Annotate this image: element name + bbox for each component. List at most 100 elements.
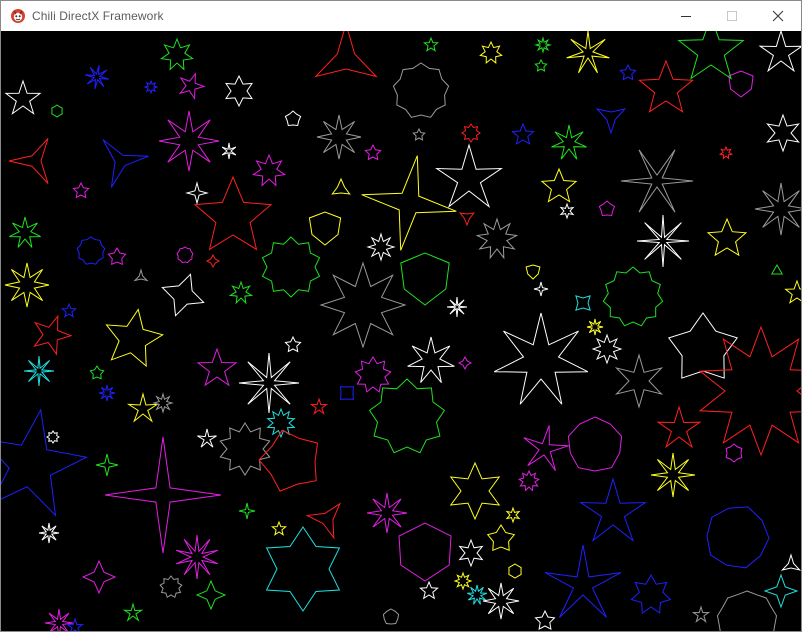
star-shape [784, 279, 801, 304]
star-shape [540, 167, 578, 203]
star-shape [780, 553, 801, 571]
star-shape [656, 405, 702, 449]
star-field [1, 31, 801, 631]
star-shape [598, 200, 616, 217]
star-shape [578, 477, 648, 542]
star-shape [650, 452, 696, 498]
star-shape [698, 325, 801, 457]
star-shape [46, 430, 60, 444]
star-shape [479, 40, 503, 64]
star-shape [316, 114, 362, 160]
render-canvas[interactable] [1, 31, 801, 631]
star-shape [630, 573, 672, 614]
star-shape [107, 247, 127, 266]
star-shape [314, 31, 378, 78]
star-shape [551, 124, 587, 160]
star-shape [458, 212, 476, 227]
star-shape [728, 70, 754, 98]
star-shape [511, 122, 535, 145]
minimize-button[interactable] [663, 1, 709, 31]
star-shape [366, 232, 396, 262]
window-controls [663, 1, 801, 31]
star-shape [400, 252, 450, 306]
star-shape [354, 356, 392, 393]
star-shape [533, 281, 549, 297]
star-shape [716, 590, 778, 631]
star-shape [754, 182, 801, 236]
star-shape [175, 534, 219, 580]
star-shape [457, 355, 473, 371]
star-shape [422, 36, 440, 52]
star-shape [81, 559, 117, 595]
maximize-icon [727, 11, 737, 21]
star-shape [523, 425, 569, 471]
star-shape [98, 384, 116, 402]
star-shape [766, 113, 800, 153]
star-shape [412, 127, 426, 141]
star-shape [382, 608, 400, 625]
star-shape [458, 538, 484, 568]
star-shape [9, 216, 41, 248]
star-shape [270, 520, 288, 536]
star-shape [453, 571, 473, 591]
star-shape [525, 264, 541, 280]
star-shape [319, 261, 407, 349]
star-shape [366, 492, 408, 534]
star-shape [763, 573, 799, 609]
star-shape [105, 308, 164, 368]
star-shape [636, 214, 690, 268]
star-shape [407, 336, 455, 383]
star-shape [161, 273, 205, 317]
star-shape [122, 602, 144, 622]
star-shape [195, 579, 227, 611]
star-shape [160, 37, 194, 71]
star-shape [595, 108, 627, 135]
star-shape [566, 31, 610, 74]
star-shape [434, 143, 504, 208]
star-shape [158, 110, 220, 172]
star-shape [126, 392, 160, 423]
star-shape [44, 608, 74, 631]
star-shape [76, 236, 106, 265]
star-shape [505, 506, 521, 524]
title-bar[interactable]: Chili DirectX Framework [1, 1, 801, 31]
star-shape [252, 153, 286, 187]
star-shape [461, 123, 481, 143]
star-shape [575, 295, 591, 311]
star-shape [197, 428, 217, 448]
window-title: Chili DirectX Framework [32, 9, 164, 23]
star-shape [691, 605, 711, 623]
star-shape [706, 217, 748, 257]
star-shape [72, 181, 90, 199]
star-shape [620, 149, 694, 213]
star-shape [143, 79, 159, 95]
star-shape [398, 522, 452, 582]
star-shape [619, 63, 637, 81]
star-shape [219, 422, 271, 476]
star-shape [591, 333, 623, 365]
star-shape [133, 268, 149, 282]
star-shape [258, 429, 319, 492]
close-button[interactable] [755, 1, 801, 31]
chili-app-icon [10, 8, 26, 24]
star-shape [677, 31, 745, 80]
star-shape [638, 59, 694, 113]
star-shape [238, 502, 256, 520]
star-shape [38, 522, 60, 544]
star-shape [51, 104, 63, 118]
star-shape [309, 397, 329, 415]
star-shape [725, 443, 743, 463]
close-icon [772, 10, 784, 22]
maximize-button[interactable] [709, 1, 755, 31]
star-shape [534, 58, 548, 72]
star-shape [364, 143, 382, 161]
star-shape [475, 217, 519, 260]
star-shape [331, 177, 351, 195]
star-shape [261, 236, 321, 298]
star-shape [482, 582, 520, 620]
star-shape [95, 453, 119, 477]
star-shape [159, 575, 183, 599]
star-shape [193, 175, 273, 251]
minimize-icon [681, 16, 691, 17]
star-shape [446, 296, 468, 318]
